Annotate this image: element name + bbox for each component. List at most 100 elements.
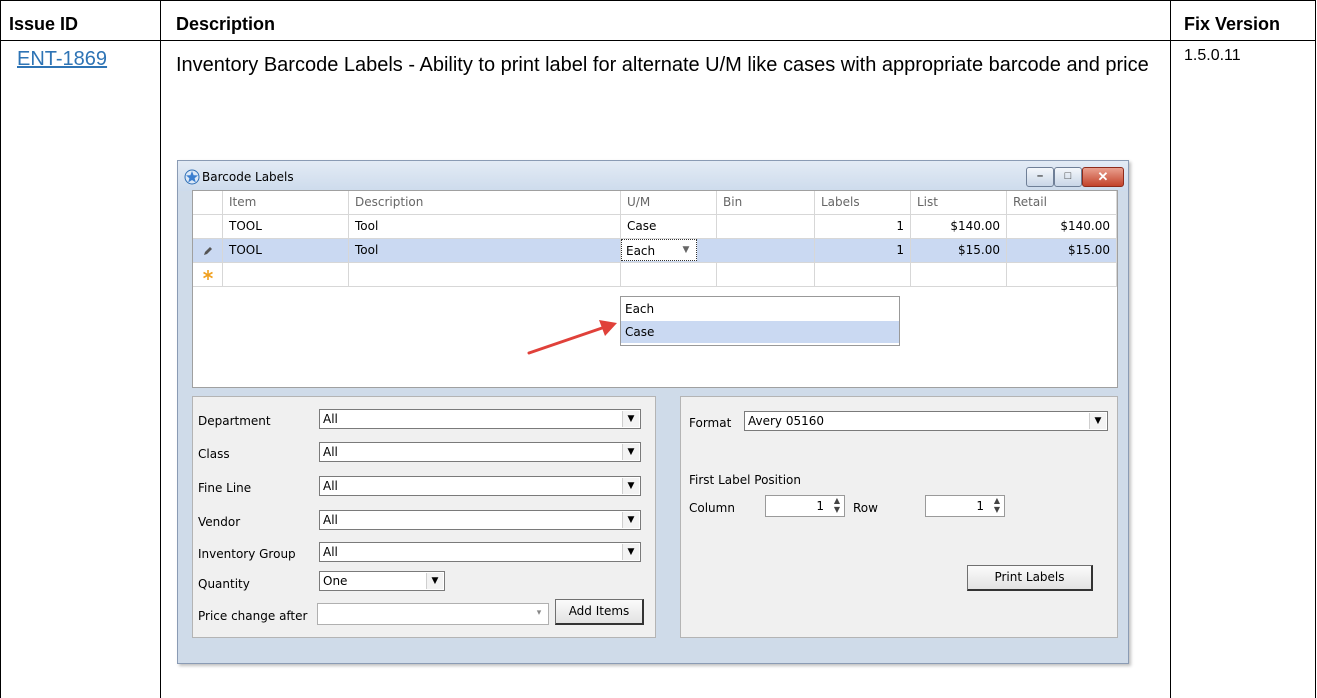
column-label: Column: [689, 501, 735, 515]
row-label: Row: [853, 501, 878, 515]
asterisk-icon: [203, 270, 213, 280]
fine-line-label: Fine Line: [198, 481, 252, 495]
window-title: Barcode Labels: [202, 170, 294, 184]
vendor-select[interactable]: All ▼: [319, 510, 641, 530]
column-header[interactable]: List: [911, 191, 1007, 214]
row-indicator-header: [193, 191, 223, 214]
class-select[interactable]: All ▼: [319, 442, 641, 462]
header-fix-version: Fix Version: [1184, 14, 1281, 34]
um-cell[interactable]: Case: [621, 215, 717, 238]
issue-link[interactable]: ENT-1869: [17, 48, 107, 71]
table-row[interactable]: TOOL Tool Each ▼ 1 $15.00 $15.00: [193, 239, 1117, 263]
inventory-group-select[interactable]: All ▼: [319, 542, 641, 562]
um-dropdown-value: Each: [626, 244, 656, 258]
chevron-down-icon[interactable]: ▼: [426, 573, 443, 589]
class-label: Class: [198, 447, 230, 461]
chevron-down-icon[interactable]: ▼: [622, 444, 639, 460]
chevron-down-icon[interactable]: ▼: [678, 242, 694, 258]
labels-cell[interactable]: 1: [815, 239, 911, 262]
column-stepper[interactable]: 1 ▲ ▼: [765, 495, 845, 517]
chevron-down-icon[interactable]: ▼: [622, 512, 639, 528]
description-cell[interactable]: Tool: [349, 239, 621, 262]
chevron-down-icon[interactable]: ▼: [622, 411, 639, 427]
column-header[interactable]: Retail: [1007, 191, 1117, 214]
table-border: [0, 40, 1316, 41]
column-header[interactable]: Description: [349, 191, 621, 214]
fine-line-select[interactable]: All ▼: [319, 476, 641, 496]
barcode-labels-window: Barcode Labels – □ ✕ Item Description U/…: [177, 160, 1129, 664]
maximize-button[interactable]: □: [1054, 167, 1082, 187]
list-cell[interactable]: $140.00: [911, 215, 1007, 238]
column-header[interactable]: U/M: [621, 191, 717, 214]
chevron-down-icon[interactable]: ▼: [1089, 413, 1106, 429]
row-value: 1: [976, 499, 984, 513]
maximize-icon: □: [1064, 170, 1072, 182]
header-issue-id: Issue ID: [9, 14, 79, 34]
grid-header-row: Item Description U/M Bin Labels List Ret…: [193, 191, 1117, 215]
table-border: [160, 0, 161, 698]
um-option-case[interactable]: Case: [621, 321, 899, 343]
retail-cell[interactable]: $15.00: [1007, 239, 1117, 262]
bin-cell[interactable]: [717, 215, 815, 238]
item-cell[interactable]: [223, 263, 349, 286]
retail-cell[interactable]: $140.00: [1007, 215, 1117, 238]
um-cell[interactable]: [621, 263, 717, 286]
quantity-value: One: [323, 574, 348, 588]
list-cell[interactable]: $15.00: [911, 239, 1007, 262]
format-select[interactable]: Avery 05160 ▼: [744, 411, 1108, 431]
column-header[interactable]: Item: [223, 191, 349, 214]
window-title-bar[interactable]: Barcode Labels – □ ✕: [178, 161, 1128, 191]
close-icon: ✕: [1097, 169, 1109, 184]
print-labels-button[interactable]: Print Labels: [967, 565, 1093, 591]
vendor-label: Vendor: [198, 515, 241, 529]
inventory-group-label: Inventory Group: [198, 547, 296, 561]
row-indicator: [193, 215, 223, 238]
spinner-arrows-icon[interactable]: ▲ ▼: [994, 496, 1000, 514]
inventory-group-value: All: [323, 545, 338, 559]
table-border: [0, 0, 1, 698]
price-change-after-select[interactable]: ▾: [317, 603, 549, 625]
column-header[interactable]: Labels: [815, 191, 911, 214]
chevron-down-icon[interactable]: ▼: [622, 478, 639, 494]
description-cell[interactable]: Tool: [349, 215, 621, 238]
star-icon: [184, 169, 200, 185]
annotation-arrow-icon: [527, 320, 617, 355]
bin-cell[interactable]: [717, 263, 815, 286]
quantity-label: Quantity: [198, 577, 250, 591]
minimize-button[interactable]: –: [1026, 167, 1054, 187]
bin-cell[interactable]: [717, 239, 815, 262]
labels-cell[interactable]: 1: [815, 215, 911, 238]
labels-cell[interactable]: [815, 263, 911, 286]
um-options-list[interactable]: Each Case: [620, 296, 900, 346]
column-value: 1: [816, 499, 824, 513]
row-indicator: [193, 263, 223, 286]
chevron-down-icon[interactable]: ▾: [531, 605, 547, 621]
new-row[interactable]: [193, 263, 1117, 287]
item-cell[interactable]: TOOL: [223, 239, 349, 262]
format-value: Avery 05160: [748, 414, 825, 428]
issue-description: Inventory Barcode Labels - Ability to pr…: [176, 54, 1149, 76]
item-cell[interactable]: TOOL: [223, 215, 349, 238]
items-grid: Item Description U/M Bin Labels List Ret…: [192, 190, 1118, 388]
description-cell[interactable]: [349, 263, 621, 286]
chevron-down-icon[interactable]: ▼: [622, 544, 639, 560]
table-border: [1170, 0, 1171, 698]
fine-line-value: All: [323, 479, 338, 493]
filter-panel: Department All ▼ Class All ▼ Fine Line A…: [192, 396, 656, 638]
table-row[interactable]: TOOL Tool Case 1 $140.00 $140.00: [193, 215, 1117, 239]
minimize-icon: –: [1036, 170, 1044, 182]
list-cell[interactable]: [911, 263, 1007, 286]
quantity-select[interactable]: One ▼: [319, 571, 445, 591]
retail-cell[interactable]: [1007, 263, 1117, 286]
column-header[interactable]: Bin: [717, 191, 815, 214]
format-panel: Format Avery 05160 ▼ First Label Positio…: [680, 396, 1118, 638]
pencil-icon: [204, 247, 212, 255]
close-button[interactable]: ✕: [1082, 167, 1124, 187]
add-items-button[interactable]: Add Items: [555, 599, 644, 625]
um-option-each[interactable]: Each: [621, 298, 899, 320]
department-label: Department: [198, 414, 271, 428]
department-select[interactable]: All ▼: [319, 409, 641, 429]
spinner-arrows-icon[interactable]: ▲ ▼: [834, 496, 840, 514]
um-dropdown[interactable]: Each ▼: [621, 239, 697, 261]
row-stepper[interactable]: 1 ▲ ▼: [925, 495, 1005, 517]
